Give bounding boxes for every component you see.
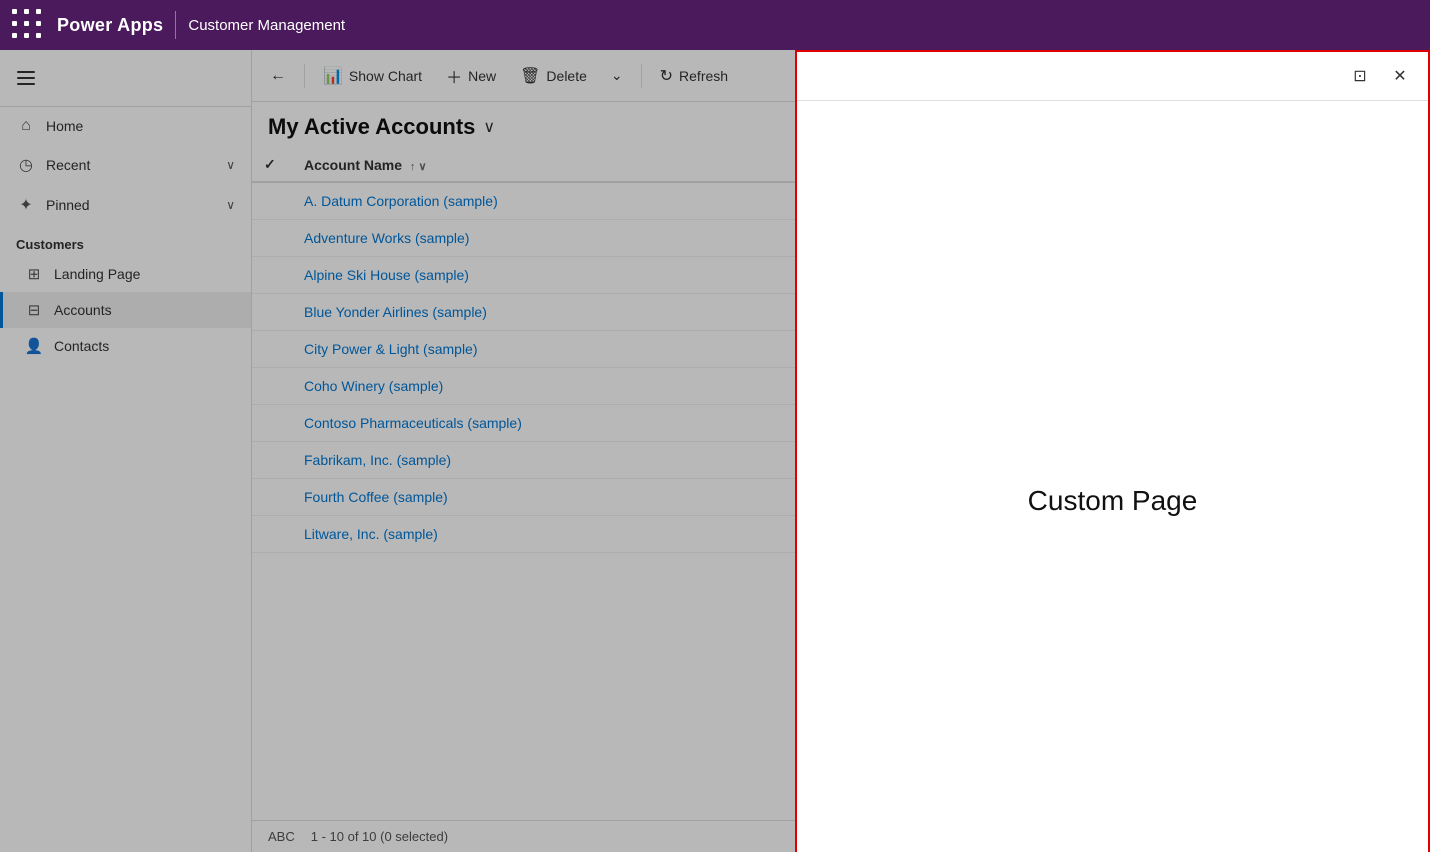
- sidebar-top: [0, 50, 251, 107]
- expand-button[interactable]: ⊡: [1344, 60, 1376, 92]
- chart-icon: 📊: [323, 66, 343, 86]
- app-grid-icon[interactable]: [12, 9, 45, 42]
- back-button[interactable]: ←: [260, 61, 296, 91]
- new-label: New: [468, 68, 496, 84]
- sidebar-item-landing-page[interactable]: ⊞ Landing Page: [0, 256, 251, 292]
- row-check[interactable]: [252, 182, 292, 220]
- refresh-button[interactable]: ↻ Refresh: [650, 60, 738, 92]
- contacts-icon: 👤: [24, 337, 44, 355]
- sidebar-item-home[interactable]: ⌂ Home: [0, 107, 251, 145]
- row-check[interactable]: [252, 479, 292, 516]
- row-check[interactable]: [252, 294, 292, 331]
- accounts-icon: ⊟: [24, 301, 44, 319]
- show-chart-label: Show Chart: [349, 68, 422, 84]
- chevron-down-icon: ⌄: [611, 67, 623, 84]
- list-title-chevron[interactable]: ∨: [483, 117, 495, 137]
- landing-page-icon: ⊞: [24, 265, 44, 283]
- plus-icon: ＋: [446, 64, 462, 88]
- close-button[interactable]: ✕: [1384, 60, 1416, 92]
- right-panel: ⊡ ✕ Custom Page: [795, 50, 1430, 852]
- app-logo: Power Apps: [57, 15, 163, 36]
- row-check[interactable]: [252, 220, 292, 257]
- col-check: ✓: [252, 148, 292, 182]
- refresh-icon: ↻: [660, 66, 673, 86]
- sidebar-item-label: Landing Page: [54, 266, 140, 282]
- header-divider: [175, 11, 176, 39]
- sidebar-item-recent[interactable]: ◷ Recent ∨: [0, 145, 251, 185]
- sidebar-item-label: Pinned: [46, 197, 216, 213]
- new-button[interactable]: ＋ New: [436, 58, 506, 94]
- sidebar: ⌂ Home ◷ Recent ∨ ✦ Pinned ∨ Customers ⊞…: [0, 50, 252, 852]
- chevron-down-icon: ∨: [226, 158, 235, 172]
- recent-icon: ◷: [16, 155, 36, 175]
- chevron-down-icon: ∨: [226, 198, 235, 212]
- count-label: 1 - 10 of 10 (0 selected): [311, 829, 448, 844]
- main-layout: ⌂ Home ◷ Recent ∨ ✦ Pinned ∨ Customers ⊞…: [0, 50, 1430, 852]
- sidebar-item-label: Recent: [46, 157, 216, 173]
- delete-icon: 🗑: [520, 66, 540, 86]
- list-title: My Active Accounts: [268, 114, 475, 140]
- row-check[interactable]: [252, 257, 292, 294]
- home-icon: ⌂: [16, 117, 36, 135]
- row-check[interactable]: [252, 368, 292, 405]
- sidebar-item-label: Accounts: [54, 302, 112, 318]
- pin-icon: ✦: [16, 195, 36, 215]
- delete-label: Delete: [546, 68, 586, 84]
- dropdown-button[interactable]: ⌄: [601, 61, 633, 90]
- back-icon: ←: [270, 67, 286, 85]
- right-panel-header: ⊡ ✕: [797, 52, 1428, 101]
- page-label: ABC: [268, 829, 295, 844]
- close-icon: ✕: [1393, 66, 1406, 86]
- sidebar-item-contacts[interactable]: 👤 Contacts: [0, 328, 251, 364]
- toolbar-divider-2: [641, 64, 642, 88]
- sort-icons: ↑ ∨: [410, 161, 427, 173]
- top-bar: Power Apps Customer Management: [0, 0, 1430, 50]
- row-check[interactable]: [252, 405, 292, 442]
- right-panel-body: Custom Page: [797, 101, 1428, 852]
- sidebar-item-label: Contacts: [54, 338, 109, 354]
- delete-button[interactable]: 🗑 Delete: [510, 60, 597, 92]
- check-all-icon: ✓: [264, 156, 276, 172]
- refresh-label: Refresh: [679, 68, 728, 84]
- toolbar-divider: [304, 64, 305, 88]
- sidebar-item-pinned[interactable]: ✦ Pinned ∨: [0, 185, 251, 225]
- row-check[interactable]: [252, 442, 292, 479]
- show-chart-button[interactable]: 📊 Show Chart: [313, 60, 432, 92]
- custom-page-label: Custom Page: [1028, 485, 1198, 517]
- expand-icon: ⊡: [1353, 66, 1366, 86]
- customers-section-header: Customers: [0, 225, 251, 256]
- row-check[interactable]: [252, 331, 292, 368]
- app-name: Customer Management: [188, 17, 345, 34]
- sidebar-item-accounts[interactable]: ⊟ Accounts: [0, 292, 251, 328]
- row-check[interactable]: [252, 516, 292, 553]
- hamburger-button[interactable]: [8, 60, 44, 96]
- sidebar-item-label: Home: [46, 118, 235, 134]
